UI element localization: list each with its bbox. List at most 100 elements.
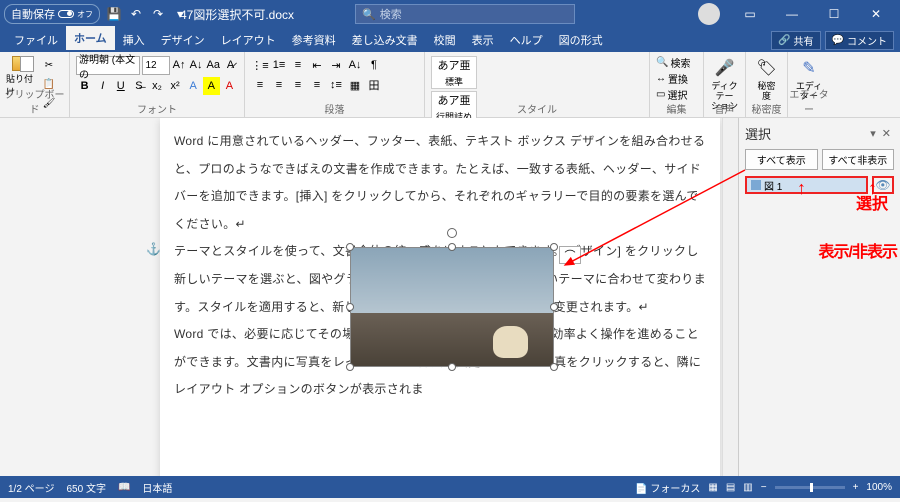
hide-all-button[interactable]: すべて非表示 [822,149,895,170]
word-count[interactable]: 650 文字 [66,480,105,495]
comments-button[interactable]: 💬コメント [825,31,894,50]
bold-icon[interactable]: B [76,77,93,95]
pane-dropdown-icon[interactable]: ▾ [867,127,879,140]
show-all-button[interactable]: すべて表示 [745,149,818,170]
print-layout-icon[interactable]: ▤ [726,482,735,493]
redo-icon[interactable]: ↷ [150,6,166,22]
find-button[interactable]: 🔍検索 [656,55,697,70]
anchor-icon: ⚓ [146,242,161,256]
text-effects-icon[interactable]: A [185,77,202,95]
sensitivity-label: 秘密 度 [752,82,781,102]
save-icon[interactable]: 💾 [106,6,122,22]
select-button[interactable]: ▭選択 [656,87,697,102]
minimize-icon[interactable]: — [772,0,812,28]
ribbon-display-icon[interactable]: ▭ [730,0,770,28]
tab-help[interactable]: ヘルプ [502,28,551,52]
resize-handle[interactable] [346,363,354,371]
tab-insert[interactable]: 挿入 [115,28,153,52]
document-area[interactable]: Word に用意されているヘッダー、フッター、表紙、テキスト ボックス デザイン… [0,118,722,476]
selection-item[interactable]: 図 1 [745,176,868,194]
pane-close-icon[interactable]: ✕ [879,127,894,140]
tab-mailings[interactable]: 差し込み文書 [344,28,426,52]
resize-handle[interactable] [346,243,354,251]
autosave-toggle[interactable]: 自動保存 オフ [4,4,100,24]
clear-format-icon[interactable]: A̷ [223,56,238,74]
replace-button[interactable]: ↔置換 [656,71,697,86]
superscript-icon[interactable]: x² [167,77,184,95]
language-indicator[interactable]: 日本語 [142,480,172,495]
selection-pane: 選択 ▾ ✕ すべて表示 すべて非表示 図 1 👁 [738,118,900,476]
search-box[interactable]: 🔍 検索 [355,4,575,24]
picture-icon [751,180,761,190]
autosave-label: 自動保存 [11,6,55,22]
undo-icon[interactable]: ↶ [128,6,144,22]
tab-references[interactable]: 参考資料 [284,28,344,52]
vertical-scrollbar[interactable] [722,118,738,476]
change-case-icon[interactable]: Aa [206,56,221,74]
justify-icon[interactable]: ≡ [308,76,326,94]
line-spacing-icon[interactable]: ↕≡ [327,76,345,94]
strike-icon[interactable]: S̶ [130,77,147,95]
zoom-out-icon[interactable]: − [761,482,767,493]
zoom-slider[interactable] [775,486,845,489]
underline-icon[interactable]: U [112,77,129,95]
resize-handle[interactable] [448,243,456,251]
sort-icon[interactable]: A↓ [346,56,364,74]
subscript-icon[interactable]: x₂ [148,77,165,95]
tab-file[interactable]: ファイル [6,28,66,52]
maximize-icon[interactable]: ☐ [814,0,854,28]
focus-mode[interactable]: 📄 フォーカス [635,480,700,495]
share-button[interactable]: 🔗共有 [771,31,820,50]
close-icon[interactable]: ✕ [856,0,896,28]
bullets-icon[interactable]: ⋮≡ [251,56,269,74]
align-center-icon[interactable]: ≡ [270,76,288,94]
indent-dec-icon[interactable]: ⇤ [308,56,326,74]
rotate-handle[interactable] [447,228,457,238]
spell-check-icon[interactable]: 📖 [118,482,130,493]
inline-image[interactable]: ⌒ [350,247,554,367]
numbering-icon[interactable]: 1≡ [270,56,288,74]
shading-icon[interactable]: ▦ [346,76,364,94]
resize-handle[interactable] [550,363,558,371]
resize-handle[interactable] [550,243,558,251]
style-normal[interactable]: あア亜標準 [431,56,477,89]
tab-layout[interactable]: レイアウト [213,28,284,52]
font-group-label: フォント [70,101,244,116]
sensitivity-icon[interactable]: 🏷 [755,56,779,80]
font-size-combo[interactable]: 12 [142,56,169,75]
page-indicator[interactable]: 1/2 ページ [8,480,54,495]
resize-handle[interactable] [550,303,558,311]
resize-handle[interactable] [448,363,456,371]
shrink-font-icon[interactable]: A↓ [189,56,204,74]
dictate-icon[interactable]: 🎤 [713,56,737,80]
italic-icon[interactable]: I [94,77,111,95]
tab-review[interactable]: 校閲 [426,28,464,52]
zoom-in-icon[interactable]: + [853,482,859,493]
annotation-label-select: 選択 [856,190,888,214]
font-name-combo[interactable]: 游明朝 (本文の [76,56,140,75]
indent-inc-icon[interactable]: ⇥ [327,56,345,74]
annotation-arrow: ↑ [797,178,806,199]
align-right-icon[interactable]: ≡ [289,76,307,94]
show-marks-icon[interactable]: ¶ [365,56,383,74]
resize-handle[interactable] [346,303,354,311]
pane-title: 選択 [745,124,867,143]
tab-home[interactable]: ホーム [66,26,115,52]
web-layout-icon[interactable]: ▥ [743,482,752,493]
read-mode-icon[interactable]: ▦ [708,482,717,493]
user-avatar[interactable] [698,3,720,25]
layout-options-icon[interactable]: ⌒ [559,246,581,264]
tab-view[interactable]: 表示 [464,28,502,52]
tab-design[interactable]: デザイン [153,28,213,52]
editor-icon[interactable]: ✎ [797,56,821,80]
cut-icon[interactable]: ✂ [40,56,58,74]
search-icon: 🔍 [362,8,376,21]
zoom-level[interactable]: 100% [866,482,892,493]
tab-picture-format[interactable]: 図の形式 [551,28,611,52]
grow-font-icon[interactable]: A↑ [172,56,187,74]
multilevel-icon[interactable]: ≡ [289,56,307,74]
font-color-icon[interactable]: A [221,77,238,95]
borders-icon[interactable]: 田 [365,76,383,94]
highlight-icon[interactable]: A [203,77,220,95]
align-left-icon[interactable]: ≡ [251,76,269,94]
